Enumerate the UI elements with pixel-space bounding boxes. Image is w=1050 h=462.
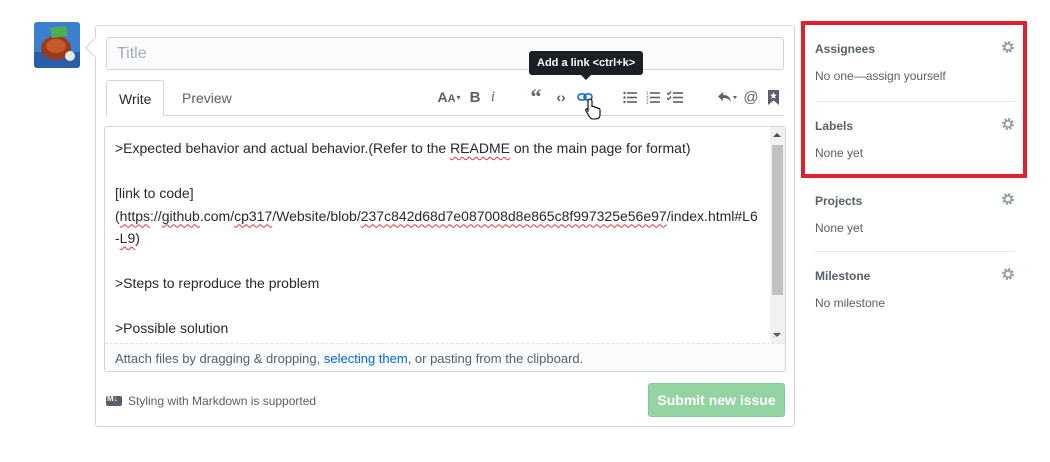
attach-files-bar[interactable]: Attach files by dragging & dropping, sel… (105, 343, 785, 371)
unordered-list-icon[interactable] (622, 88, 638, 106)
submit-new-issue-button[interactable]: Submit new issue (648, 383, 785, 417)
quote-icon[interactable]: “ (528, 84, 544, 109)
title-input[interactable] (106, 37, 784, 70)
mention-icon[interactable]: @ (743, 88, 759, 106)
projects-value: None yet (815, 221, 864, 235)
milestone-value: No milestone (815, 296, 886, 310)
link-tooltip: Add a link <ctrl+k> (529, 51, 644, 80)
projects-heading[interactable]: Projects (815, 194, 862, 208)
markdown-note[interactable]: Styling with Markdown is supported (106, 394, 316, 408)
new-issue-form: Write Preview Add a link <ctrl+k> AA▾ B … (95, 25, 795, 427)
bold-icon[interactable]: B (468, 88, 482, 106)
markdown-icon (106, 394, 122, 406)
tab-preview[interactable]: Preview (170, 80, 244, 116)
task-list-icon[interactable] (666, 88, 684, 106)
reply-icon[interactable] (716, 88, 738, 106)
code-icon[interactable]: ‹› (552, 88, 570, 106)
scroll-thumb[interactable] (772, 145, 783, 295)
milestone-heading[interactable]: Milestone (815, 269, 870, 283)
tab-write[interactable]: Write (106, 80, 165, 116)
red-highlight-box (801, 21, 1027, 178)
scroll-up-icon[interactable] (773, 133, 781, 137)
comment-textarea[interactable]: >Expected behavior and actual behavior.(… (105, 127, 770, 343)
editor-scrollbar[interactable] (770, 127, 785, 343)
gear-icon[interactable] (1001, 267, 1015, 286)
svg-text:3: 3 (646, 100, 649, 104)
selecting-them-link[interactable]: selecting them (324, 351, 408, 366)
bookmark-icon[interactable] (766, 88, 780, 106)
hand-cursor-icon (585, 98, 601, 125)
avatar[interactable] (34, 22, 80, 68)
sidebar-divider (815, 251, 1015, 252)
resize-grip-icon[interactable]: ⟋ (773, 330, 783, 340)
comment-editor[interactable]: >Expected behavior and actual behavior.(… (104, 126, 786, 372)
italic-icon[interactable]: i (488, 88, 498, 106)
text-size-icon[interactable]: AA ▾ (434, 88, 464, 106)
gear-icon[interactable] (1001, 192, 1015, 211)
ordered-list-icon[interactable]: 123 (645, 88, 661, 106)
